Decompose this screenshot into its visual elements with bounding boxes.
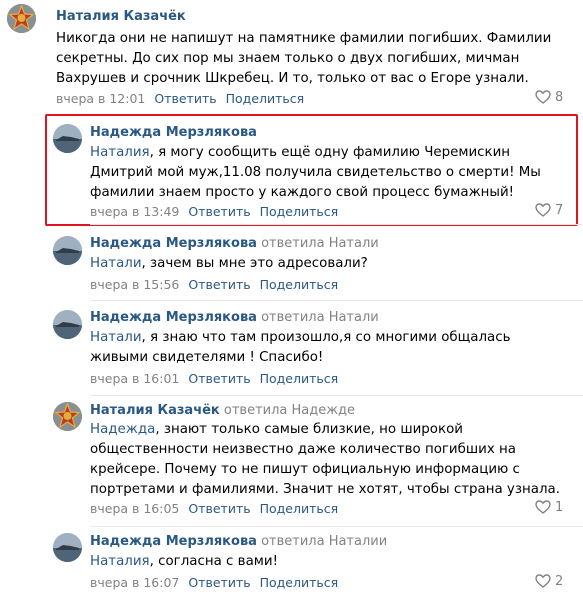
- sea-photo-icon: [53, 236, 82, 265]
- like-count: 2: [555, 574, 564, 589]
- comment-text: Надежда, знают только самые близкие, но …: [90, 420, 575, 500]
- reply-to-note[interactable]: ответила Наталии: [261, 534, 387, 549]
- comment-footer: вчера в 15:56 Ответить Поделиться: [90, 277, 338, 293]
- comment: Надежда Мерзлякова ответила Наталии Ната…: [0, 528, 583, 599]
- comment-footer: вчера в 16:05 Ответить Поделиться: [90, 501, 338, 517]
- share-button[interactable]: Поделиться: [260, 371, 339, 387]
- comment-body: , я могу сообщить ещё одну фамилию Черем…: [90, 145, 541, 200]
- sea-photo-icon: [53, 310, 82, 339]
- avatar[interactable]: [53, 124, 82, 153]
- heart-icon: [535, 500, 551, 514]
- share-button[interactable]: Поделиться: [260, 575, 339, 591]
- comment-text: Наталия, я могу сообщить ещё одну фамили…: [90, 143, 575, 203]
- comment-time[interactable]: вчера в 16:05: [90, 501, 179, 517]
- comment: Наталия Казачёк Никогда они не напишут н…: [0, 0, 583, 115]
- reply-button[interactable]: Ответить: [188, 204, 250, 220]
- author-name[interactable]: Надежда Мерзлякова: [90, 125, 257, 140]
- comment-header: Наталия Казачёк ответила Надежде: [90, 402, 355, 420]
- heart-icon: [535, 574, 551, 588]
- author-name[interactable]: Надежда Мерзлякова: [90, 534, 257, 549]
- comment-time[interactable]: вчера в 15:56: [90, 277, 179, 293]
- comment-time[interactable]: вчера в 16:01: [90, 371, 179, 387]
- comment-text: Натали, зачем вы мне это адресовали?: [90, 254, 575, 274]
- mention-link[interactable]: Натали: [90, 330, 142, 345]
- comment-body: , зачем вы мне это адресовали?: [141, 256, 368, 271]
- comment-text: Натали, я знаю что там произошло,я со мн…: [90, 328, 570, 368]
- comment: Надежда Мерзлякова ответила Натали Натал…: [0, 227, 583, 300]
- share-button[interactable]: Поделиться: [260, 277, 339, 293]
- mention-link[interactable]: Наталия: [90, 554, 150, 569]
- author-name[interactable]: Надежда Мерзлякова: [90, 236, 257, 251]
- avatar[interactable]: [53, 533, 82, 562]
- author-name[interactable]: Надежда Мерзлякова: [90, 310, 257, 325]
- comment-time[interactable]: вчера в 12:01: [56, 91, 145, 107]
- author-name[interactable]: Наталия Казачёк: [56, 9, 186, 24]
- share-button[interactable]: Поделиться: [226, 91, 305, 107]
- reply-button[interactable]: Ответить: [188, 371, 250, 387]
- comment: Наталия Казачёк ответила Надежде Надежда…: [0, 397, 583, 527]
- divider: [90, 300, 583, 301]
- avatar[interactable]: [7, 4, 36, 33]
- reply-to-note[interactable]: ответила Натали: [261, 236, 379, 251]
- comment-body: Никогда они не напишут на памятнике фами…: [56, 31, 552, 86]
- author-name[interactable]: Наталия Казачёк: [90, 403, 220, 418]
- comment-body: , я знаю что там произошло,я со многими …: [90, 330, 511, 365]
- like-button[interactable]: 8: [535, 90, 563, 106]
- comment: Надежда Мерзлякова ответила Натали Натал…: [0, 302, 583, 396]
- divider: [90, 224, 583, 225]
- mention-link[interactable]: Наталия: [90, 145, 150, 160]
- comment-footer: вчера в 16:01 Ответить Поделиться: [90, 371, 338, 387]
- heart-icon: [535, 90, 551, 104]
- share-button[interactable]: Поделиться: [260, 204, 339, 220]
- comment-text: Никогда они не напишут на памятнике фами…: [56, 29, 576, 89]
- star-medal-icon: [53, 402, 82, 431]
- heart-icon: [535, 203, 551, 217]
- reply-to-note[interactable]: ответила Надежде: [224, 403, 355, 418]
- comment-header: Надежда Мерзлякова ответила Натали: [90, 235, 379, 253]
- comment: Надежда Мерзлякова Наталия, я могу сообщ…: [0, 115, 583, 227]
- reply-button[interactable]: Ответить: [188, 575, 250, 591]
- reply-button[interactable]: Ответить: [154, 91, 216, 107]
- share-button[interactable]: Поделиться: [260, 501, 339, 517]
- comment-body: , согласна с вами!: [149, 554, 278, 569]
- avatar[interactable]: [53, 236, 82, 265]
- comment-header: Надежда Мерзлякова ответила Наталии: [90, 533, 387, 551]
- divider: [90, 395, 583, 396]
- comment-header: Надежда Мерзлякова: [90, 124, 257, 142]
- like-count: 7: [555, 203, 564, 218]
- comment-footer: вчера в 13:49 Ответить Поделиться: [90, 204, 338, 220]
- mention-link[interactable]: Натали: [90, 256, 142, 271]
- reply-to-note[interactable]: ответила Натали: [261, 310, 379, 325]
- comment-text: Наталия, согласна с вами!: [90, 552, 575, 572]
- like-count: 1: [555, 500, 564, 515]
- comment-time[interactable]: вчера в 16:07: [90, 575, 179, 591]
- star-medal-icon: [7, 4, 36, 33]
- comment-body: , знают только самые близкие, но широкой…: [90, 422, 560, 497]
- comment-footer: вчера в 12:01 Ответить Поделиться: [56, 91, 304, 107]
- mention-link[interactable]: Надежда: [90, 422, 155, 437]
- reply-button[interactable]: Ответить: [188, 277, 250, 293]
- like-button[interactable]: 7: [535, 203, 563, 219]
- like-count: 8: [555, 90, 564, 105]
- reply-button[interactable]: Ответить: [188, 501, 250, 517]
- comment-footer: вчера в 16:07 Ответить Поделиться: [90, 575, 338, 591]
- comment-header: Наталия Казачёк: [56, 8, 186, 26]
- divider: [90, 526, 583, 527]
- like-button[interactable]: 1: [535, 500, 563, 516]
- sea-photo-icon: [53, 124, 82, 153]
- comment-time[interactable]: вчера в 13:49: [90, 204, 179, 220]
- avatar[interactable]: [53, 402, 82, 431]
- like-button[interactable]: 2: [535, 574, 563, 590]
- avatar[interactable]: [53, 310, 82, 339]
- sea-photo-icon: [53, 533, 82, 562]
- comment-header: Надежда Мерзлякова ответила Натали: [90, 309, 379, 327]
